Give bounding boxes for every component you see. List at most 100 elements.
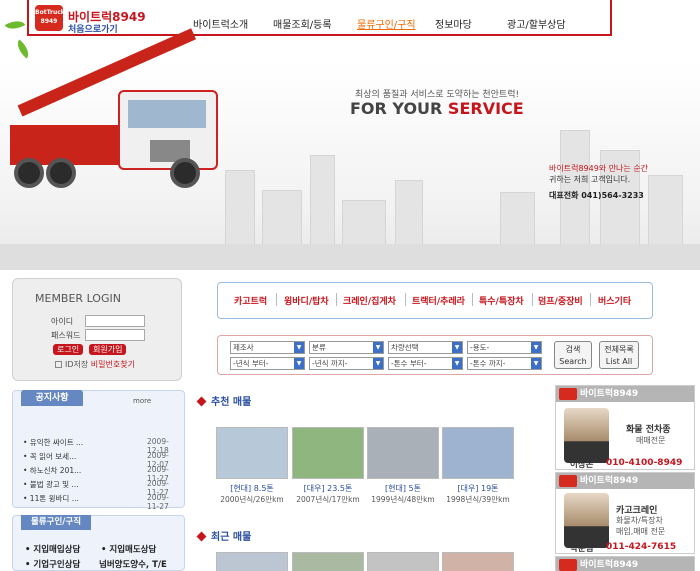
category-crane[interactable]: 크레인/집게차 (343, 294, 396, 307)
listing-card[interactable]: [대우] 23.5톤 2007년식/17만km (292, 427, 364, 519)
dropdown-arrow-icon: ▼ (531, 342, 541, 353)
listing-model[interactable]: [현대] 5톤 (367, 483, 439, 494)
nav-info[interactable]: 정보마당 (435, 16, 472, 31)
listing-model[interactable]: [대우] 23.5톤 (292, 483, 364, 494)
id-label: 아이디 (51, 317, 74, 326)
hero-ground (0, 244, 700, 270)
contact-box: 바이트럭8949와 만나는 순간 귀하는 저희 고객입니다. 대표전화 041)… (549, 163, 689, 208)
dealer-photo (564, 408, 609, 463)
listing-spec: 2007년식/17만km (296, 495, 360, 504)
pw-input[interactable] (85, 329, 145, 341)
category-bus[interactable]: 버스기타 (598, 294, 631, 307)
listing-spec: 1999년식/48만km (371, 495, 435, 504)
category-cargo[interactable]: 카고트럭 (234, 294, 267, 307)
dropdown-arrow-icon: ▼ (452, 342, 462, 353)
search-button[interactable]: 검색 Search (554, 341, 592, 369)
ton-from-select[interactable]: -톤수 부터- ▼ (388, 357, 463, 370)
dealer-brand: 바이트럭8949 (580, 389, 639, 399)
dealer-phone: 010-4100-8949 (606, 458, 683, 468)
class-select[interactable]: 분류 ▼ (309, 341, 384, 354)
listing-card[interactable]: [대우] 19톤 1998년식/39만km (442, 427, 514, 519)
year-from-select[interactable]: -년식 부터- ▼ (230, 357, 305, 370)
notice-row[interactable]: • 유익한 싸이트 ... 2009-12-18 (23, 437, 181, 455)
year-to-value: -년식 까지- (312, 359, 348, 368)
page-root: BotTruck 8949 바이트럭8949 처음으로가기 바이트럭소개 매물조… (0, 0, 700, 571)
ton-to-select[interactable]: -톤수 까지- ▼ (467, 357, 542, 370)
search-button-label-en: Search (559, 357, 587, 366)
dealer-card[interactable]: 바이트럭8949 화물 전차종 매매전문 이상돈 010-4100-8949 (555, 385, 695, 470)
category-divider (276, 293, 277, 306)
job-item-number[interactable]: 넘버양도양수, T/E (99, 558, 167, 570)
notice-title-text[interactable]: • 유익한 싸이트 ... (23, 437, 83, 448)
notice-title-text[interactable]: • 11톤 윙바디 ... (23, 493, 79, 504)
dealer-specialty-sub: 매매전문 (636, 436, 666, 445)
listing-photo[interactable] (216, 427, 288, 479)
listing-card[interactable]: [현대] 8.5톤 2000년식/26만km (216, 427, 288, 519)
year-to-select[interactable]: -년식 까지- ▼ (309, 357, 384, 370)
notice-row[interactable]: • 11톤 윙바디 ... 2009-11-27 (23, 493, 181, 511)
category-wingbody[interactable]: 윙바디/탑차 (284, 294, 329, 307)
id-save-label: ID저장 (65, 360, 89, 369)
listing-photo[interactable] (367, 427, 439, 479)
vehicle-select[interactable]: 차량선택 ▼ (388, 341, 463, 354)
building-silhouette (310, 155, 335, 250)
notice-more-link[interactable]: more (133, 397, 151, 405)
dealer-card[interactable]: 바이트럭8949 (555, 556, 695, 571)
dealer-card[interactable]: 바이트럭8949 카고크레인 화물차/특장차 매입,매매 전문 박순범 011-… (555, 472, 695, 554)
listing-model[interactable]: [대우] 19톤 (442, 483, 514, 494)
notice-row[interactable]: • 불법 광고 및 ... 2009-11-27 (23, 479, 181, 497)
list-all-button[interactable]: 전체목록 List All (599, 341, 639, 369)
home-link[interactable]: 처음으로가기 (68, 22, 118, 35)
building-silhouette (342, 200, 386, 250)
notice-title-text[interactable]: • 하노신차 201... (23, 465, 81, 476)
listing-model[interactable]: [현대] 8.5톤 (216, 483, 288, 494)
id-input[interactable] (85, 315, 145, 327)
recent-listing-photo[interactable] (292, 552, 364, 571)
join-button[interactable]: 회원가입 (89, 344, 127, 355)
id-save-checkbox[interactable] (55, 361, 62, 368)
dealer-specialty-sub: 매입,매매 전문 (616, 527, 666, 536)
listing-card[interactable]: [현대] 5톤 1999년식/48만km (367, 427, 439, 519)
notice-row[interactable]: • 하노신차 201... 2009-11-27 (23, 465, 181, 483)
notice-title-text[interactable]: • 꼭 읽어 보세... (23, 451, 76, 462)
id-save[interactable]: ID저장 비밀번호찾기 (55, 359, 135, 370)
category-dump[interactable]: 덤프/중장비 (538, 294, 583, 307)
recent-listing-photo[interactable] (367, 552, 439, 571)
service-main: FOR YOUR (350, 99, 448, 118)
maker-select[interactable]: 제조사 ▼ (230, 341, 305, 354)
dropdown-arrow-icon: ▼ (294, 342, 304, 353)
site-logo[interactable]: BotTruck 8949 (35, 5, 65, 31)
nav-ad-loan[interactable]: 광고/할부상담 (507, 16, 566, 31)
truck-wheel (14, 158, 44, 188)
category-special[interactable]: 특수/특장차 (479, 294, 524, 307)
nav-about[interactable]: 바이트럭소개 (193, 16, 248, 31)
find-password-link[interactable]: 비밀번호찾기 (91, 360, 135, 369)
dealer-header: 바이트럭8949 (556, 386, 694, 402)
job-item-sell[interactable]: • 지입매도상담 (101, 543, 156, 555)
recent-listing-photo[interactable] (442, 552, 514, 571)
class-select-value: 분류 (312, 343, 326, 352)
recent-listing-photo[interactable] (216, 552, 288, 571)
listing-spec: 1998년식/39만km (446, 495, 510, 504)
dropdown-arrow-icon: ▼ (531, 358, 541, 369)
building-silhouette (225, 170, 255, 250)
category-tractor[interactable]: 트랙터/추레라 (412, 294, 465, 307)
truck-wheel (46, 158, 76, 188)
nav-jobs[interactable]: 물류구인/구직 (357, 16, 416, 31)
job-item-recruit[interactable]: • 기업구인상담 (25, 558, 80, 570)
listing-photo[interactable] (442, 427, 514, 479)
category-divider (336, 293, 337, 306)
listing-photo[interactable] (292, 427, 364, 479)
notice-title-text[interactable]: • 불법 광고 및 ... (23, 479, 79, 490)
vehicle-select-value: 차량선택 (391, 343, 419, 352)
login-button[interactable]: 로그인 (53, 344, 84, 355)
category-divider (532, 293, 533, 306)
nav-listings[interactable]: 매물조회/등록 (273, 16, 332, 31)
job-item-buy[interactable]: • 지입매입상담 (25, 543, 80, 555)
search-panel: 제조사 ▼ 분류 ▼ 차량선택 ▼ -용도- ▼ -년식 부터- ▼ -년식 까지- ▼ -… (217, 335, 653, 375)
purpose-select[interactable]: -용도- ▼ (467, 341, 542, 354)
notice-row[interactable]: • 꼭 읽어 보세... 2009-12-07 (23, 451, 181, 469)
notice-box: 공지사항 more • 유익한 싸이트 ... 2009-12-18 • 꼭 읽어… (12, 390, 185, 511)
leaf-decoration (4, 16, 26, 34)
dealer-name: 박순범 (570, 544, 594, 554)
